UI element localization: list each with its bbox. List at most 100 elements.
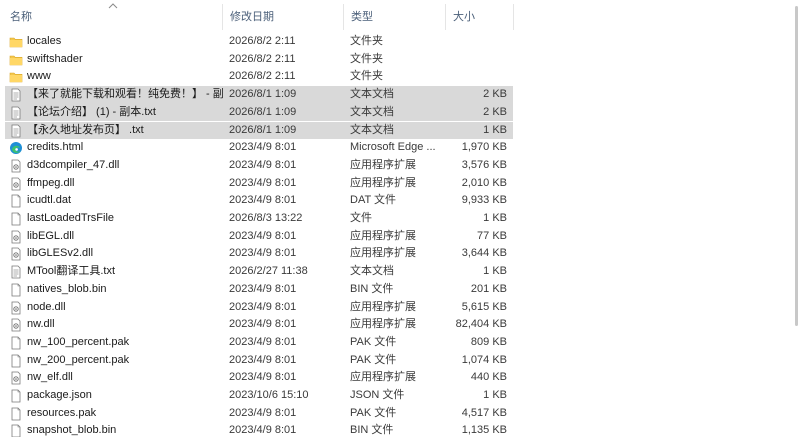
file-row[interactable]: natives_blob.bin 2023/4/9 8:01 BIN 文件 201 K… (5, 281, 513, 299)
column-divider[interactable] (513, 4, 514, 30)
file-name: 【永久地址发布页】 .txt (27, 123, 144, 136)
file-name: nw_200_percent.pak (27, 353, 130, 366)
file-name: 【论坛介绍】 (1) - 副本.txt (27, 105, 156, 118)
file-modified-date: 2023/4/9 8:01 (229, 229, 297, 242)
file-size: 1,135 KB (461, 424, 507, 437)
file-modified-date: 2023/4/9 8:01 (229, 300, 297, 313)
text-file-icon (9, 88, 23, 102)
file-modified-date: 2023/4/9 8:01 (229, 424, 297, 437)
file-name: snapshot_blob.bin (27, 424, 117, 437)
file-modified-date: 2023/10/6 15:10 (229, 389, 309, 401)
blank-file-icon (9, 389, 23, 403)
vertical-scrollbar[interactable] (790, 0, 800, 437)
file-size: 1 KB (483, 265, 507, 278)
file-modified-date: 2023/4/9 8:01 (229, 406, 297, 419)
file-size (446, 68, 507, 86)
file-row[interactable]: nw_100_percent.pak 2023/4/9 8:01 PAK 文件 809… (5, 334, 513, 352)
file-name: natives_blob.bin (27, 282, 107, 295)
file-row[interactable]: locales 2026/8/2 2:11 文件夹 (5, 33, 513, 51)
dll-file-icon (9, 247, 23, 261)
file-row[interactable]: snapshot_blob.bin 2023/4/9 8:01 BIN 文件 1,13… (5, 422, 513, 437)
file-modified-date: 2023/4/9 8:01 (229, 194, 297, 207)
file-modified-date: 2023/4/9 8:01 (229, 247, 297, 260)
file-name: ffmpeg.dll (27, 176, 75, 189)
file-type: BIN 文件 (350, 424, 394, 437)
file-name: locales (27, 35, 62, 47)
file-row[interactable]: www 2026/8/2 2:11 文件夹 (5, 68, 513, 86)
folder-icon (9, 70, 23, 84)
file-type: Microsoft Edge ... (350, 141, 436, 154)
file-type: 应用程序扩展 (350, 318, 416, 331)
file-row[interactable]: credits.html 2023/4/9 8:01 Microsoft Edge … (5, 139, 513, 157)
file-row[interactable]: libGLESv2.dll 2023/4/9 8:01 应用程序扩展 3,644 KB (5, 245, 513, 263)
file-row[interactable]: ffmpeg.dll 2023/4/9 8:01 应用程序扩展 2,010 KB (5, 175, 513, 193)
file-modified-date: 2026/8/2 2:11 (229, 70, 296, 83)
file-row[interactable]: nw_elf.dll 2023/4/9 8:01 应用程序扩展 440 KB (5, 369, 513, 387)
file-type: 文本文档 (350, 105, 394, 118)
file-size: 77 KB (477, 229, 507, 242)
file-type: BIN 文件 (350, 282, 394, 295)
file-size (446, 33, 507, 51)
file-type: 文本文档 (350, 123, 394, 136)
file-type: JSON 文件 (350, 389, 405, 401)
dll-file-icon (9, 159, 23, 173)
file-row[interactable]: nw_200_percent.pak 2023/4/9 8:01 PAK 文件 1,0… (5, 352, 513, 370)
dll-file-icon (9, 371, 23, 385)
file-row[interactable]: MTool翻译工具.txt 2026/2/27 11:38 文本文档 1 KB (5, 263, 513, 281)
file-size: 5,615 KB (461, 300, 507, 313)
file-type: 文件夹 (350, 52, 383, 65)
column-header-size[interactable]: 大小 (445, 0, 513, 34)
file-type: DAT 文件 (350, 194, 397, 207)
text-file-icon (9, 124, 23, 138)
file-type: PAK 文件 (350, 353, 397, 366)
file-row[interactable]: resources.pak 2023/4/9 8:01 PAK 文件 4,517 KB (5, 405, 513, 423)
file-row[interactable]: package.json 2023/10/6 15:10 JSON 文件 1 KB (5, 387, 513, 405)
file-modified-date: 2023/4/9 8:01 (229, 353, 297, 366)
file-row[interactable]: icudtl.dat 2023/4/9 8:01 DAT 文件 9,933 KB (5, 192, 513, 210)
file-modified-date: 2023/4/9 8:01 (229, 318, 297, 331)
blank-file-icon (9, 212, 23, 226)
file-size: 2,010 KB (461, 176, 507, 189)
file-size: 4,517 KB (461, 406, 507, 419)
file-row[interactable]: d3dcompiler_47.dll 2023/4/9 8:01 应用程序扩展 3,5… (5, 157, 513, 175)
file-name: libGLESv2.dll (27, 247, 94, 260)
folder-icon (9, 35, 23, 49)
file-modified-date: 2026/8/1 1:09 (229, 88, 297, 101)
column-header-type[interactable]: 类型 (343, 0, 445, 34)
dll-file-icon (9, 318, 23, 332)
file-name: libEGL.dll (27, 229, 75, 242)
file-type: 应用程序扩展 (350, 371, 416, 384)
file-name: package.json (27, 389, 92, 401)
file-modified-date: 2023/4/9 8:01 (229, 282, 297, 295)
text-file-icon (9, 265, 23, 279)
file-modified-date: 2023/4/9 8:01 (229, 176, 297, 189)
dll-file-icon (9, 301, 23, 315)
file-row[interactable]: nw.dll 2023/4/9 8:01 应用程序扩展 82,404 KB (5, 316, 513, 334)
blank-file-icon (9, 424, 23, 437)
file-name: nw.dll (27, 318, 55, 331)
file-type: PAK 文件 (350, 335, 397, 348)
file-size: 82,404 KB (455, 318, 507, 331)
file-row[interactable]: libEGL.dll 2023/4/9 8:01 应用程序扩展 77 KB (5, 228, 513, 246)
file-row[interactable]: node.dll 2023/4/9 8:01 应用程序扩展 5,615 KB (5, 299, 513, 317)
file-row[interactable]: 【论坛介绍】 (1) - 副本.txt 2026/8/1 1:09 文本文档 2 KB (5, 103, 513, 122)
file-name: lastLoadedTrsFile (27, 212, 115, 224)
file-name: swiftshader (27, 52, 83, 65)
file-row[interactable]: swiftshader 2026/8/2 2:11 文件夹 (5, 51, 513, 69)
sort-ascending-icon (108, 3, 118, 9)
column-header-date[interactable]: 修改日期 (222, 0, 343, 34)
file-row[interactable]: 【来了就能下载和观看！纯免费！】 - 副... 2026/8/1 1:09 文本文档… (5, 86, 513, 104)
blank-file-icon (9, 194, 23, 208)
file-modified-date: 2026/8/2 2:11 (229, 35, 296, 47)
file-type: 应用程序扩展 (350, 300, 416, 313)
file-modified-date: 2023/4/9 8:01 (229, 371, 297, 384)
scrollbar-thumb[interactable] (795, 6, 798, 326)
file-type: 文本文档 (350, 265, 394, 278)
file-row[interactable]: 【永久地址发布页】 .txt 2026/8/1 1:09 文本文档 1 KB (5, 121, 513, 140)
file-row[interactable]: lastLoadedTrsFile 2026/8/3 13:22 文件 1 KB (5, 210, 513, 228)
file-name: credits.html (27, 141, 84, 154)
file-name: 【来了就能下载和观看！纯免费！】 - 副... (27, 88, 223, 101)
file-size: 2 KB (483, 105, 507, 118)
file-modified-date: 2026/8/1 1:09 (229, 105, 297, 118)
file-size: 1 KB (483, 212, 507, 224)
